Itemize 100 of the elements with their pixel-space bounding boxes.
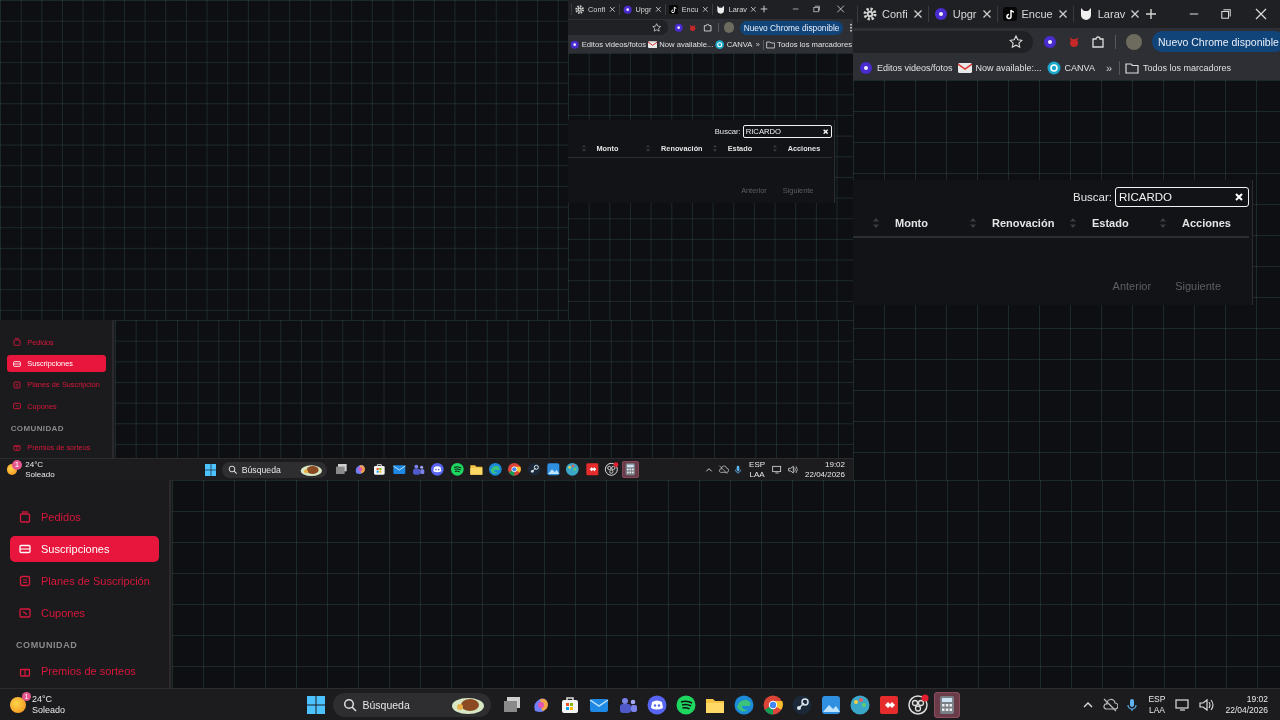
orb-icon[interactable]	[673, 23, 684, 33]
column-header[interactable]: Estado	[1092, 217, 1129, 229]
gear-circle-icon	[790, 693, 813, 716]
box-icon	[19, 511, 31, 523]
ticket-icon	[19, 543, 31, 555]
taskbar-app-button[interactable]	[486, 461, 505, 479]
bookmark-link[interactable]: Editos videos/fotos	[570, 40, 646, 50]
food-drawing-icon	[450, 695, 485, 714]
kebab-menu-icon[interactable]	[848, 23, 853, 33]
sound-waves-icon	[449, 462, 465, 477]
bookmarks-overflow-button[interactable]: »	[1103, 61, 1115, 74]
browser-circle-icon	[507, 462, 523, 477]
windows-logo-icon[interactable]	[204, 463, 217, 476]
cat-icon	[716, 4, 726, 14]
avatar-icon[interactable]	[1126, 33, 1142, 50]
wave-circle-icon	[732, 693, 755, 716]
windows-logo-icon[interactable]	[306, 695, 325, 714]
bookmark-link[interactable]: Now available...	[648, 40, 714, 50]
gear-icon	[863, 7, 877, 21]
update-button[interactable]: Nuevo Chrome disponible	[1152, 31, 1280, 52]
cat-icon	[1078, 7, 1093, 21]
address-field[interactable]	[853, 30, 1033, 53]
browser-tab[interactable]: Upgr	[618, 4, 665, 15]
clock-button[interactable]: 19:02 22/04/2026	[1223, 693, 1270, 716]
browser-tab[interactable]: Confi	[571, 4, 619, 15]
browser-tab[interactable]: Larav	[1072, 6, 1146, 22]
folder-icon	[1125, 60, 1140, 75]
taskbar-app-button[interactable]	[621, 461, 640, 479]
taskbar-app-button[interactable]	[563, 461, 582, 479]
column-header[interactable]: Monto	[895, 217, 928, 229]
bookmark-link[interactable]: CANVA	[715, 40, 753, 50]
browser-tab[interactable]: Larav	[711, 4, 761, 15]
all-bookmarks-link[interactable]: Todos los marcadores	[765, 40, 852, 50]
browser-tab[interactable]: Encue	[996, 6, 1073, 22]
avatar-icon[interactable]	[723, 22, 735, 33]
search-field[interactable]: RICARDO	[742, 124, 832, 138]
column-header[interactable]: Estado	[727, 144, 753, 154]
plus-icon[interactable]	[1145, 8, 1158, 20]
search-field[interactable]: RICARDO	[1115, 187, 1249, 207]
browser-circle-icon	[761, 693, 784, 716]
star-icon[interactable]	[1009, 34, 1023, 49]
browser-tab[interactable]: Upgr	[927, 6, 997, 22]
column-header[interactable]: Acciones	[787, 144, 821, 154]
record-circle-icon	[906, 693, 929, 716]
game-controller-icon	[430, 462, 445, 477]
section-label: COMUNIDAD	[15, 639, 79, 652]
cloud-off-icon[interactable]	[1102, 697, 1119, 712]
language-button[interactable]: ESP LAA	[1146, 693, 1168, 716]
address-field[interactable]	[568, 20, 669, 35]
image-icon	[546, 462, 561, 477]
taskbar-app-button[interactable]	[506, 461, 524, 479]
taskbar-app-button[interactable]	[525, 461, 543, 479]
close-icon[interactable]	[981, 9, 992, 19]
orb-icon	[622, 4, 633, 14]
all-bookmarks-link[interactable]: Todos los marcadores	[1125, 60, 1232, 75]
column-header[interactable]: Acciones	[1182, 217, 1231, 229]
folder-icon	[468, 462, 484, 477]
window-stack-icon	[333, 462, 349, 477]
sound-waves-icon	[674, 693, 697, 716]
column-header[interactable]: Renovación	[992, 217, 1055, 229]
orb-icon	[859, 60, 873, 75]
sidebar-item[interactable]: Suscripciones	[10, 536, 159, 562]
card-icon	[19, 575, 31, 587]
browser-tab[interactable]: Confi	[857, 6, 928, 22]
music-note-icon	[669, 4, 679, 14]
close-icon[interactable]	[1130, 9, 1141, 19]
gear-icon	[575, 4, 585, 14]
bookmark-link[interactable]: Editos videos/fotos	[859, 60, 953, 75]
search-label: Buscar:	[1073, 191, 1112, 203]
taskbar-app-button[interactable]	[448, 461, 466, 479]
microphone-icon[interactable]	[1126, 697, 1139, 712]
bookmark-link[interactable]: CANVA	[1046, 60, 1095, 75]
bookmark-link[interactable]: Now available:...	[957, 60, 1042, 75]
envelope-icon	[957, 60, 972, 75]
orb-icon	[933, 7, 948, 21]
update-button[interactable]: Nuevo Chrome disponible	[739, 20, 844, 35]
palette-icon	[848, 693, 871, 716]
column-header[interactable]: Renovación	[661, 144, 703, 154]
monitor-icon[interactable]	[1175, 697, 1192, 712]
close-icon[interactable]	[912, 9, 923, 19]
envelope-icon	[648, 40, 658, 50]
column-header[interactable]: Monto	[596, 144, 619, 154]
taskbar-app-button[interactable]	[428, 461, 447, 479]
orb-icon	[570, 40, 580, 50]
close-icon[interactable]	[1057, 9, 1068, 19]
coupon-icon	[19, 607, 31, 619]
browser-tab[interactable]: Encu	[664, 4, 712, 15]
gear-circle-icon	[526, 462, 542, 477]
puzzle-icon[interactable]	[1091, 34, 1105, 49]
clear-icon[interactable]	[822, 128, 829, 134]
swirl-icon	[353, 462, 368, 477]
clear-icon[interactable]	[1235, 193, 1243, 201]
envelope-icon	[391, 462, 407, 477]
taskbar-app-button[interactable]	[933, 691, 960, 718]
bookmarks-overflow-button[interactable]: »	[754, 40, 762, 50]
sidebar-item[interactable]: Suscripciones	[6, 355, 106, 373]
record-circle-icon	[603, 462, 619, 477]
orb-icon[interactable]	[1043, 34, 1057, 49]
speaker-icon[interactable]	[1199, 697, 1216, 712]
search-icon	[342, 697, 357, 712]
